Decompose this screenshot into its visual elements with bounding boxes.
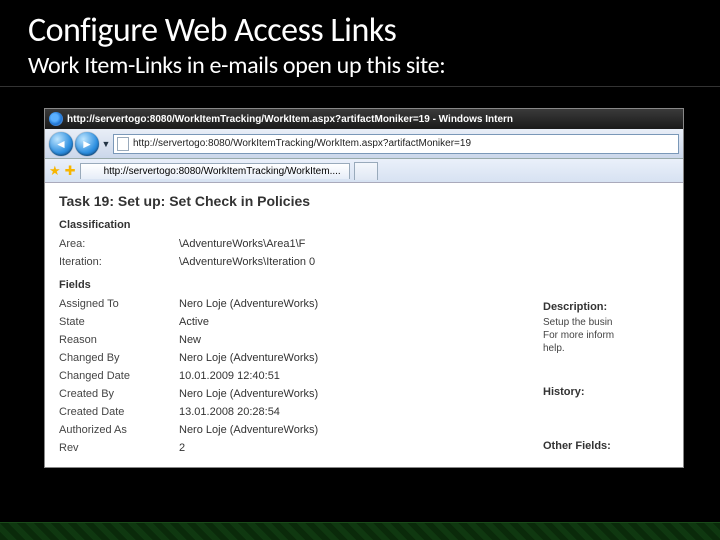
ie-icon — [49, 112, 63, 126]
address-url: http://servertogo:8080/WorkItemTracking/… — [133, 138, 471, 149]
createddate-value: 13.01.2008 20:28:54 — [179, 406, 539, 418]
left-column: Classification Area: \AdventureWorks\Are… — [59, 219, 539, 457]
iteration-label: Iteration: — [59, 256, 179, 268]
field-row: Authorized AsNero Loje (AdventureWorks) — [59, 421, 539, 439]
tab-label: http://servertogo:8080/WorkItemTracking/… — [104, 166, 341, 177]
window-title-text: http://servertogo:8080/WorkItemTracking/… — [67, 114, 513, 125]
field-row: Changed ByNero Loje (AdventureWorks) — [59, 349, 539, 367]
rev-label: Rev — [59, 442, 179, 454]
section-classification: Classification — [59, 219, 539, 231]
assigned-label: Assigned To — [59, 298, 179, 310]
iteration-value: \AdventureWorks\Iteration 0 — [179, 256, 539, 268]
nav-dropdown-icon[interactable]: ▼ — [101, 139, 111, 149]
slide-title: Configure Web Access Links — [0, 0, 720, 51]
browser-window: http://servertogo:8080/WorkItemTracking/… — [44, 108, 684, 468]
tab-row: ★ ✚ http://servertogo:8080/WorkItemTrack… — [45, 159, 683, 183]
changedby-value: Nero Loje (AdventureWorks) — [179, 352, 539, 364]
field-row: Iteration: \AdventureWorks\Iteration 0 — [59, 253, 539, 271]
nav-toolbar: ◄ ► ▼ http://servertogo:8080/WorkItemTra… — [45, 129, 683, 159]
field-row: Changed Date10.01.2009 12:40:51 — [59, 367, 539, 385]
new-tab-button[interactable] — [354, 162, 378, 180]
page-icon — [117, 137, 129, 151]
ie-icon — [89, 166, 100, 177]
section-other: Other Fields: — [543, 440, 703, 452]
rev-value: 2 — [179, 442, 539, 454]
createdby-value: Nero Loje (AdventureWorks) — [179, 388, 539, 400]
changedby-label: Changed By — [59, 352, 179, 364]
workitem-title: Task 19: Set up: Set Check in Policies — [59, 193, 669, 209]
back-button[interactable]: ◄ — [49, 132, 73, 156]
field-row: ReasonNew — [59, 331, 539, 349]
state-label: State — [59, 316, 179, 328]
description-line: For more inform — [543, 330, 703, 341]
description-line: Setup the busin — [543, 317, 703, 328]
field-row: Area: \AdventureWorks\Area1\F — [59, 235, 539, 253]
field-row: Created Date13.01.2008 20:28:54 — [59, 403, 539, 421]
assigned-value: Nero Loje (AdventureWorks) — [179, 298, 539, 310]
createdby-label: Created By — [59, 388, 179, 400]
page-content: Task 19: Set up: Set Check in Policies C… — [45, 183, 683, 467]
area-value: \AdventureWorks\Area1\F — [179, 238, 539, 250]
browser-tab[interactable]: http://servertogo:8080/WorkItemTracking/… — [80, 163, 350, 179]
section-history: History: — [543, 386, 703, 398]
authas-value: Nero Loje (AdventureWorks) — [179, 424, 539, 436]
field-row: Rev2 — [59, 439, 539, 457]
section-description: Description: — [543, 301, 703, 313]
state-value: Active — [179, 316, 539, 328]
area-label: Area: — [59, 238, 179, 250]
reason-label: Reason — [59, 334, 179, 346]
createddate-label: Created Date — [59, 406, 179, 418]
reason-value: New — [179, 334, 539, 346]
description-line: help. — [543, 343, 703, 354]
authas-label: Authorized As — [59, 424, 179, 436]
forward-button[interactable]: ► — [75, 132, 99, 156]
add-favorite-icon[interactable]: ✚ — [65, 163, 76, 179]
field-row: Created ByNero Loje (AdventureWorks) — [59, 385, 539, 403]
right-column: Description: Setup the busin For more in… — [543, 301, 703, 456]
favorites-star-icon[interactable]: ★ — [49, 163, 61, 179]
changeddate-label: Changed Date — [59, 370, 179, 382]
address-bar[interactable]: http://servertogo:8080/WorkItemTracking/… — [113, 134, 679, 154]
field-row: StateActive — [59, 313, 539, 331]
section-fields: Fields — [59, 279, 539, 291]
changeddate-value: 10.01.2009 12:40:51 — [179, 370, 539, 382]
slide-subtitle: Work Item-Links in e-mails open up this … — [0, 51, 720, 87]
slide-bottom-decor — [0, 522, 720, 540]
field-row: Assigned ToNero Loje (AdventureWorks) — [59, 295, 539, 313]
window-titlebar: http://servertogo:8080/WorkItemTracking/… — [45, 109, 683, 129]
